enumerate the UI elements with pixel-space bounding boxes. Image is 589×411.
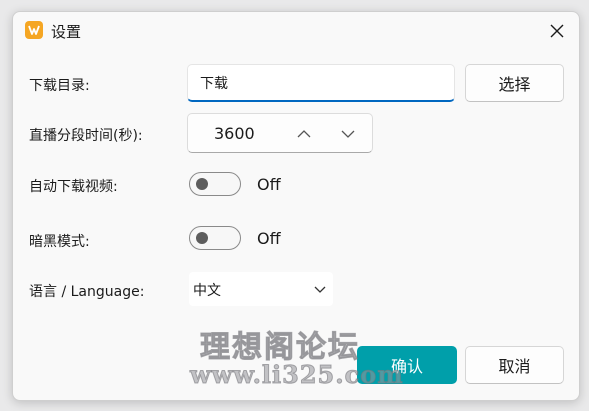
auto-download-state: Off	[257, 175, 281, 194]
cancel-button[interactable]: 取消	[465, 346, 564, 384]
dark-mode-state: Off	[257, 229, 281, 248]
language-selected-value: 中文	[193, 283, 221, 299]
segment-duration-value: 3600	[214, 124, 255, 143]
dark-mode-toggle[interactable]	[189, 226, 241, 250]
watermark-url: www.li325.com	[190, 360, 404, 390]
segment-duration-label: 直播分段时间(秒):	[29, 128, 143, 144]
download-dir-input[interactable]: 下载	[187, 64, 455, 102]
download-dir-label: 下载目录:	[29, 78, 90, 94]
browse-button[interactable]: 选择	[465, 64, 564, 102]
cancel-button-label: 取消	[498, 357, 531, 376]
close-icon	[550, 24, 564, 38]
segment-duration-spinbox[interactable]: 3600	[187, 113, 373, 153]
browse-button-label: 选择	[498, 75, 531, 94]
download-dir-value: 下载	[200, 75, 228, 92]
auto-download-label: 自动下载视频:	[29, 179, 118, 195]
toggle-knob	[196, 178, 208, 190]
close-button[interactable]	[543, 17, 571, 45]
chevron-up-icon[interactable]	[296, 126, 312, 142]
window-title: 设置	[51, 23, 82, 41]
app-logo-icon	[25, 21, 43, 39]
chevron-down-icon	[314, 286, 326, 293]
title-bar: 设置	[13, 12, 579, 50]
toggle-knob	[196, 232, 208, 244]
language-select[interactable]: 中文	[189, 272, 333, 306]
chevron-down-icon[interactable]	[340, 126, 356, 142]
language-label: 语言 / Language:	[29, 284, 145, 300]
dark-mode-label: 暗黑模式:	[29, 234, 90, 250]
auto-download-toggle[interactable]	[189, 172, 241, 196]
